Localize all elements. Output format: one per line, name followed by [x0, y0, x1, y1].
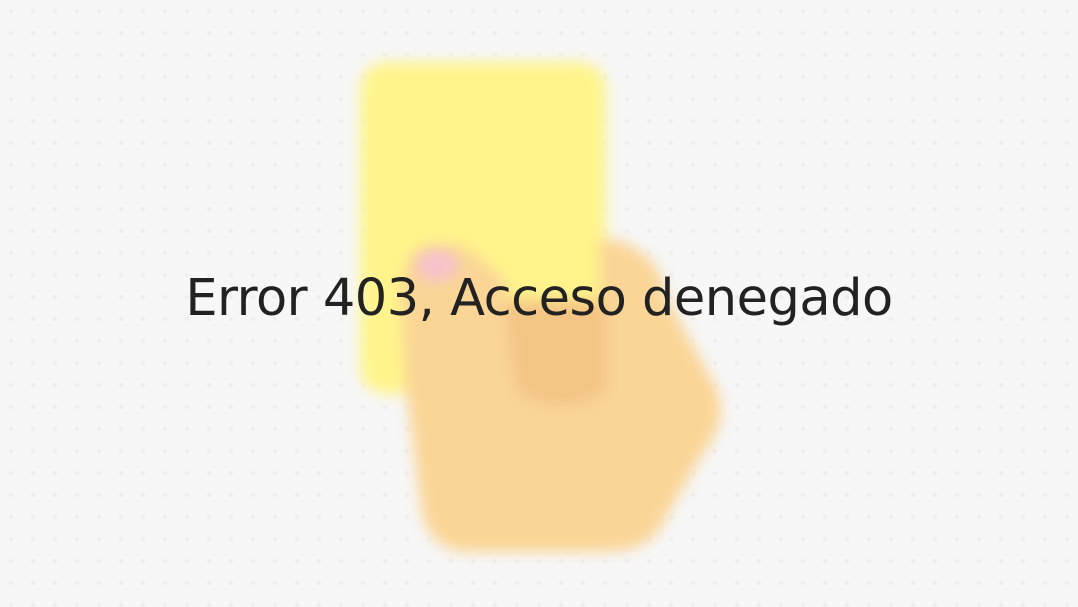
error-message-heading: Error 403, Acceso denegado [185, 269, 893, 328]
error-page: Error 403, Acceso denegado [0, 0, 1078, 607]
